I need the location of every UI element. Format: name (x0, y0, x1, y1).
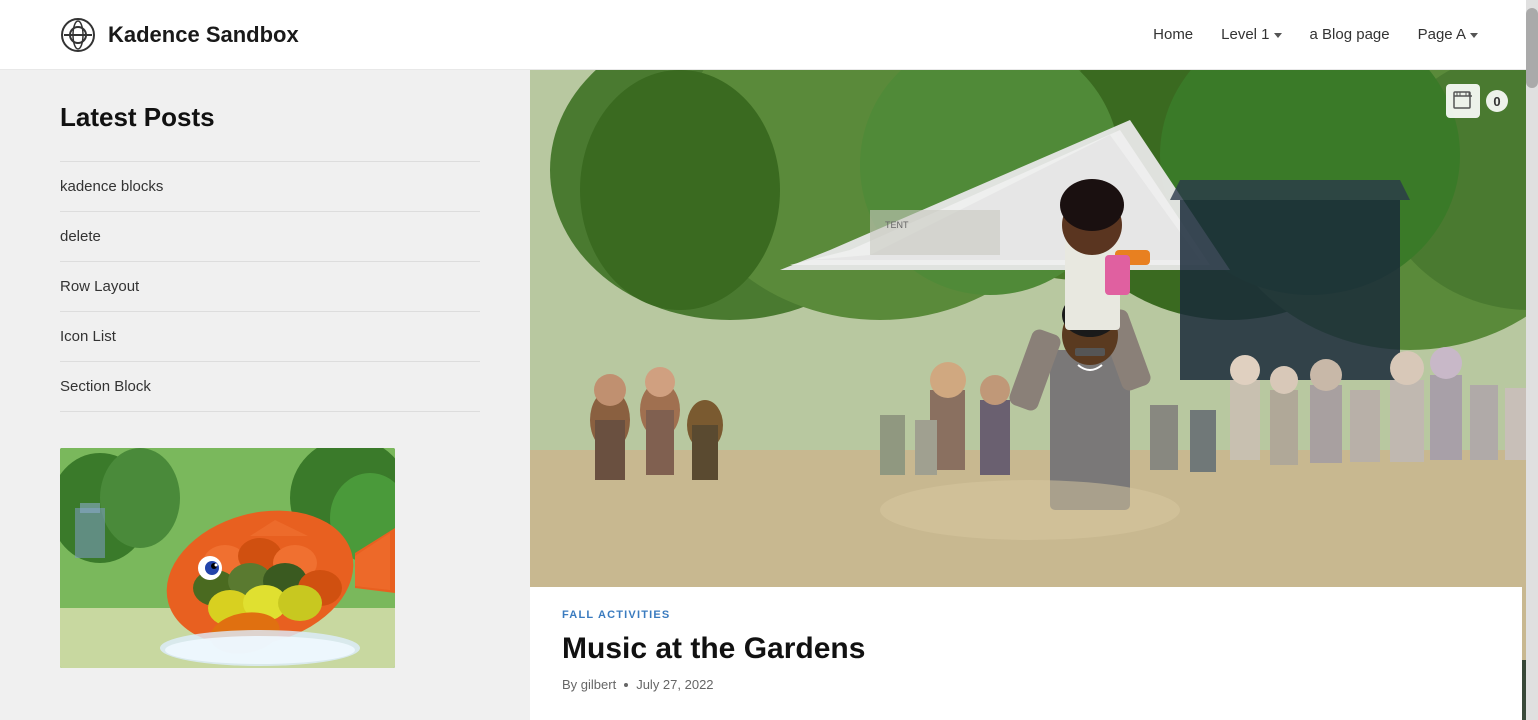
article-title[interactable]: Music at the Gardens (562, 631, 1490, 667)
article-card: FALL ACTIVITIES Music at the Gardens By … (530, 587, 1522, 720)
scrollbar-thumb[interactable] (1526, 8, 1538, 88)
chevron-down-icon (1470, 33, 1478, 38)
main-content: Latest Posts kadence blocks delete Row L… (0, 70, 1538, 720)
site-header: Kadence Sandbox Home Level 1 a Blog page… (0, 0, 1538, 70)
chevron-down-icon (1274, 33, 1282, 38)
cart-count: 0 (1486, 90, 1508, 112)
post-list-item[interactable]: Row Layout (60, 262, 480, 312)
post-list: kadence blocks delete Row Layout Icon Li… (60, 161, 480, 412)
meta-separator (624, 683, 628, 687)
article-area: TENT (530, 70, 1538, 720)
header-logo-area: Kadence Sandbox (60, 17, 299, 53)
svg-text:TENT: TENT (885, 220, 909, 230)
post-list-item[interactable]: Icon List (60, 312, 480, 362)
sidebar-thumbnail (60, 448, 395, 668)
nav-item-pagea[interactable]: Page A (1418, 26, 1478, 43)
nav-item-blog[interactable]: a Blog page (1310, 26, 1390, 43)
nav-item-level1[interactable]: Level 1 (1221, 26, 1281, 43)
cart-badge: 0 (1446, 84, 1508, 118)
post-list-item[interactable]: kadence blocks (60, 161, 480, 212)
cart-icon (1453, 91, 1473, 111)
hero-scene-svg: TENT (530, 70, 1538, 660)
logoipsum-icon (60, 17, 96, 53)
nav-item-home[interactable]: Home (1153, 26, 1193, 43)
post-list-item[interactable]: delete (60, 212, 480, 262)
sidebar-title: Latest Posts (60, 102, 480, 133)
article-date: July 27, 2022 (636, 677, 713, 692)
scrollbar-track (1526, 0, 1538, 720)
sidebar: Latest Posts kadence blocks delete Row L… (0, 70, 530, 720)
main-nav: Home Level 1 a Blog page Page A (1153, 26, 1478, 43)
post-list-item[interactable]: Section Block (60, 362, 480, 412)
site-title: Kadence Sandbox (108, 22, 299, 48)
article-meta: By gilbert July 27, 2022 (562, 677, 1490, 692)
cart-button[interactable] (1446, 84, 1480, 118)
article-category: FALL ACTIVITIES (562, 609, 1490, 621)
article-author: By gilbert (562, 677, 616, 692)
